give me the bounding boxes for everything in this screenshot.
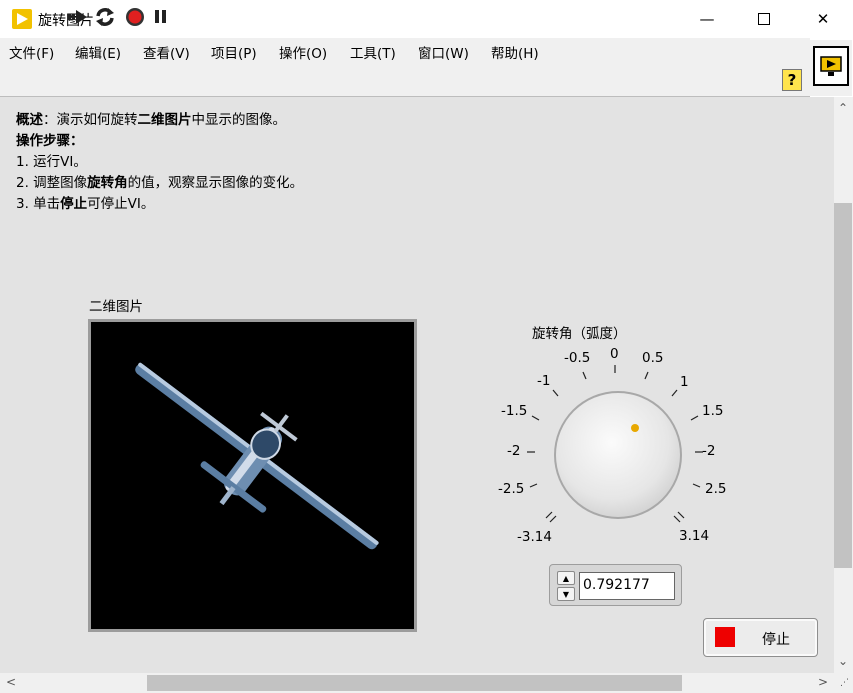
scroll-down-icon[interactable]: ⌄ xyxy=(838,654,848,668)
pause-icon[interactable] xyxy=(152,7,172,27)
description-overview: 概述：演示如何旋转二维图片中显示的图像。 xyxy=(16,112,286,128)
minimize-button[interactable]: — xyxy=(684,0,730,38)
stop-button-label: 停止 xyxy=(762,632,790,648)
horizontal-scroll-thumb[interactable] xyxy=(147,675,682,691)
description-block: 概述：演示如何旋转二维图片中显示的图像。 操作步骤： 1. 运行VI。 2. 调… xyxy=(16,110,303,215)
context-help-button[interactable]: ? xyxy=(782,69,802,91)
close-icon: ✕ xyxy=(816,10,830,28)
description-steps-heading: 操作步骤： xyxy=(16,133,84,149)
scroll-left-icon[interactable]: < xyxy=(6,675,16,689)
run-continuously-icon[interactable] xyxy=(95,7,115,27)
rotation-knob[interactable] xyxy=(490,340,750,540)
scroll-right-icon[interactable]: > xyxy=(818,675,828,689)
menu-tools[interactable]: 工具(T) xyxy=(350,42,396,62)
numeric-spinner[interactable]: ▲ ▼ xyxy=(557,571,575,601)
minimize-icon: — xyxy=(699,10,715,28)
airplane-image xyxy=(135,362,379,550)
help-question-icon: ? xyxy=(787,71,797,89)
vertical-scroll-thumb[interactable] xyxy=(834,203,852,568)
description-step-1: 1. 运行VI。 xyxy=(16,154,87,170)
knob-indicator xyxy=(631,424,639,432)
menu-view[interactable]: 查看(V) xyxy=(143,42,190,62)
rotation-angle-input[interactable]: 0.792177 xyxy=(579,572,675,600)
toolbar xyxy=(0,64,810,97)
menu-operate[interactable]: 操作(O) xyxy=(279,42,327,62)
menu-edit[interactable]: 编辑(E) xyxy=(75,42,121,62)
maximize-button[interactable] xyxy=(741,0,787,38)
menu-file[interactable]: 文件(F) xyxy=(9,42,54,62)
vi-connector-icon[interactable] xyxy=(813,46,849,86)
stop-led-icon xyxy=(715,627,735,647)
menu-help[interactable]: 帮助(H) xyxy=(491,42,539,62)
abort-execution-icon[interactable] xyxy=(125,7,145,27)
decrement-arrow-icon[interactable]: ▼ xyxy=(557,587,575,601)
description-step-3: 3. 单击停止可停止VI。 xyxy=(16,196,155,212)
run-arrow-icon[interactable] xyxy=(67,7,87,27)
description-step-2: 2. 调整图像旋转角的值，观察显示图像的变化。 xyxy=(16,175,304,191)
menu-project[interactable]: 项目(P) xyxy=(211,42,257,62)
close-button[interactable]: ✕ xyxy=(800,0,846,38)
menu-window[interactable]: 窗口(W) xyxy=(418,42,469,62)
labview-app-icon xyxy=(12,9,32,29)
maximize-icon xyxy=(758,13,770,25)
menu-bar: 文件(F) 编辑(E) 查看(V) 项目(P) 操作(O) 工具(T) 窗口(W… xyxy=(0,38,810,64)
knob-label: 旋转角（弧度） xyxy=(532,326,627,342)
scroll-up-icon[interactable]: ⌃ xyxy=(838,101,848,115)
increment-arrow-icon[interactable]: ▲ xyxy=(557,571,575,585)
resize-grip-icon[interactable]: ⋰ xyxy=(840,678,849,688)
picture-display xyxy=(91,322,414,629)
picture-label: 二维图片 xyxy=(89,299,143,315)
